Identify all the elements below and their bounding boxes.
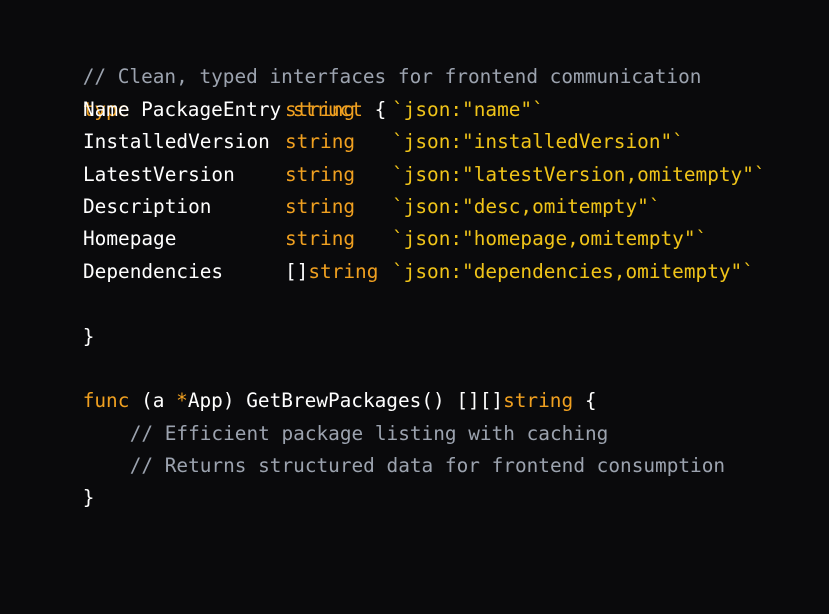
field-json-tag: `json:"latestVersion,omitempty"` [392, 162, 766, 186]
field-type-name: string [308, 259, 379, 283]
field-name: Dependencies [83, 259, 224, 283]
struct-field-row: Homepage string `json:"homepage,omitempty"… [36, 223, 829, 255]
field-type: []string [285, 256, 392, 288]
field-type-name: string [285, 194, 356, 218]
struct-field-row: InstalledVersion string `json:"installedVe… [36, 126, 829, 158]
field-type-name: string [285, 162, 356, 186]
code-line-func-declaration: func (a *App) GetBrewPackages() [][]stri… [36, 353, 829, 412]
field-type: string [285, 94, 392, 126]
code-line-func-close: } [36, 450, 829, 509]
struct-close-brace: } [82, 324, 95, 348]
field-type-prefix: [] [285, 259, 309, 283]
field-type-name: string [285, 227, 356, 251]
field-json-tag: `json:"installedVersion"` [392, 130, 684, 154]
code-line-body-comment-2: // Returns structured data for frontend … [36, 418, 829, 477]
code-snippet: // Clean, typed interfaces for frontend … [0, 0, 829, 614]
field-json-tag: `json:"desc,omitempty"` [392, 194, 661, 218]
func-close-brace: } [82, 486, 95, 510]
code-line-header-comment: // Clean, typed interfaces for frontend … [36, 29, 829, 88]
code-line-struct-close: } [36, 288, 829, 348]
struct-field-row: Description string `json:"desc,omitempty"` [36, 191, 829, 223]
field-name: Homepage [83, 227, 177, 251]
field-type-name: string [285, 130, 356, 154]
field-name: LatestVersion [83, 162, 235, 186]
code-line-body-comment-1: // Efficient package listing with cachin… [36, 385, 829, 445]
field-type: string [285, 126, 392, 158]
field-json-tag: `json:"name"` [392, 97, 544, 121]
field-json-tag: `json:"homepage,omitempty"` [392, 227, 708, 251]
field-name: InstalledVersion [83, 130, 270, 154]
field-type-name: string [285, 97, 356, 121]
struct-fields: Name string `json:"name"` InstalledVersion s… [36, 94, 829, 288]
field-type: string [285, 159, 392, 191]
code-line-struct-declaration: type PackageEntry struct { [36, 61, 829, 121]
struct-field-row: Name string `json:"name"` [36, 94, 829, 126]
struct-field-row: Dependencies []string `json:"dependencies,… [36, 256, 829, 288]
field-type: string [285, 223, 392, 255]
field-name: Name [83, 97, 130, 121]
field-type: string [285, 191, 392, 223]
field-name: Description [83, 194, 212, 218]
struct-field-row: LatestVersion string `json:"latestVersion,… [36, 159, 829, 191]
field-json-tag: `json:"dependencies,omitempty"` [392, 259, 754, 283]
